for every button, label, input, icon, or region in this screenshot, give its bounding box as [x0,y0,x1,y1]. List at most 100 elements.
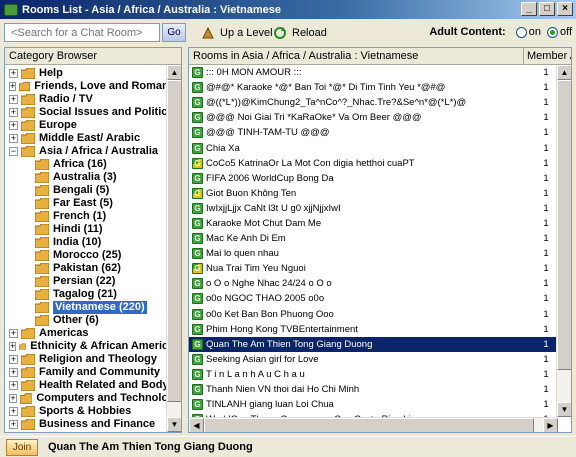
category-item[interactable]: + Sports & Hobbies [5,405,181,418]
expand-icon[interactable]: + [9,121,18,130]
expand-icon[interactable]: + [9,82,17,91]
room-row[interactable]: G Seeking Asian girl for Love 1 [189,352,571,367]
room-row[interactable]: G Quan The Am Thien Tong Giang Duong 1 [189,336,571,352]
scroll-up-arrow-icon[interactable]: ▲ [167,65,181,80]
rooms-scroll-up-arrow-icon[interactable]: ▲ [557,65,571,80]
rooms-scroll-down-arrow-icon[interactable]: ▼ [557,402,571,417]
category-item[interactable]: Hindi (11) [5,223,181,236]
category-item[interactable]: French (1) [5,210,181,223]
maximize-button[interactable]: □ [539,2,555,16]
room-row[interactable]: G Mai lo quen nhau 1 [189,246,571,261]
category-item[interactable]: − Asia / Africa / Australia [5,145,181,158]
category-item[interactable]: + Middle East/ Arabic [5,132,181,145]
category-item[interactable]: + Family and Community [5,366,181,379]
room-row[interactable]: G TINLANH giang luan Loi Chua 1 [189,397,571,412]
room-row[interactable]: G @@@ Noi Giai Tri *KaRaOke* Va Om Beer @… [189,110,571,125]
scroll-left-arrow-icon[interactable]: ◀ [189,418,204,432]
room-row[interactable]: G IwIxjjLjjx CaNt l3t U g0 xjjNjjxIwI 1 [189,201,571,216]
category-item[interactable]: + Ethnicity & African American [5,340,181,353]
collapse-icon[interactable]: − [9,147,18,156]
expand-icon[interactable]: + [9,95,18,104]
room-row[interactable]: G Karaoke Mot Chut Dam Me 1 [189,216,571,231]
room-row[interactable]: G Chia Xa 1 [189,140,571,155]
room-row[interactable]: G::: 0H MON AMOUR ::: 1 [189,65,571,80]
category-scrollbar[interactable]: ▲ ▼ [166,65,181,432]
member-column-header[interactable]: Member ▲ [524,48,571,64]
expand-icon[interactable]: + [9,108,18,117]
category-item[interactable]: Vietnamese (220) [5,301,181,314]
folder-icon [35,250,49,261]
category-item[interactable]: +Learning and Universities [5,431,181,432]
expand-icon[interactable]: + [9,69,18,78]
category-item[interactable]: + Help [5,67,181,80]
category-item[interactable]: + Americas [5,327,181,340]
category-item[interactable]: + Health Related and Body [5,379,181,392]
folder-icon [35,289,49,300]
expand-icon[interactable]: + [9,394,18,403]
room-row[interactable]: G Thanh Nien VN thoi dai Ho Chi Minh 1 [189,382,571,397]
category-item[interactable]: Australia (3) [5,171,181,184]
expand-icon[interactable]: + [9,420,18,429]
category-item[interactable]: Far East (5) [5,197,181,210]
close-button[interactable]: × [557,2,573,16]
room-row[interactable]: G Giot Buon Không Ten 1 [189,186,571,201]
adult-off-radio[interactable] [546,26,558,38]
category-item[interactable]: Morocco (25) [5,249,181,262]
room-icon: G [192,127,203,139]
category-item[interactable]: + Social Issues and Politics [5,106,181,119]
category-item[interactable]: + Friends, Love and Romance [5,80,181,93]
expand-icon[interactable]: + [9,134,18,143]
category-item[interactable]: Persian (22) [5,275,181,288]
room-row[interactable]: G Phim Hong Kong TVBEntertainment 1 [189,322,571,337]
reload-button[interactable]: Reload [272,24,327,41]
category-label: Hindi (11) [53,223,103,235]
room-row[interactable]: Go0o NGOC THAO 2005 o0o 1 [189,291,571,306]
expand-icon[interactable]: + [9,368,18,377]
category-item[interactable]: India (10) [5,236,181,249]
category-item[interactable]: + Radio / TV [5,93,181,106]
minimize-button[interactable]: _ [521,2,537,16]
category-scroll-thumb[interactable] [167,80,181,402]
rooms-hscroll-thumb[interactable] [204,418,534,432]
room-row[interactable]: G @((*L*))@KimChung2_Ta^nCo^?_Nhac.Tre?&S… [189,95,571,110]
category-item[interactable]: + Europe [5,119,181,132]
room-name-column-header[interactable]: Rooms in Asia / Africa / Australia : Vie… [189,48,524,64]
room-row[interactable]: G @#@* Karaoke *@* Ban Toi *@* Di Tim Tin… [189,80,571,95]
expand-icon[interactable]: + [9,329,18,338]
room-icon: G [192,97,203,109]
expand-icon[interactable]: + [9,381,18,390]
rooms-vertical-scrollbar[interactable]: ▲ ▼ [556,65,571,417]
go-button[interactable]: Go [162,23,186,42]
room-row[interactable]: Go0o Ket Ban Bon Phuong Ooo 1 [189,307,571,322]
up-a-level-button[interactable]: Up a Level [200,24,273,41]
room-row[interactable]: G FIFA 2006 WorldCup Bong Da 1 [189,171,571,186]
room-row[interactable]: G @@@ TINH-TAM-TU @@@ 1 [189,125,571,140]
category-item[interactable]: Tagalog (21) [5,288,181,301]
category-item[interactable]: Bengali (5) [5,184,181,197]
category-item[interactable]: Pakistan (62) [5,262,181,275]
rooms-horizontal-scrollbar[interactable]: ◀ ▶ [189,417,558,432]
room-icon: G [192,112,203,124]
join-button[interactable]: Join [6,438,38,456]
folder-icon [35,172,49,183]
category-item[interactable]: Africa (16) [5,158,181,171]
search-input[interactable] [4,23,160,42]
expand-icon[interactable]: + [9,355,18,364]
room-row[interactable]: G CoCo5 KatrinaOr La Mot Con digia hettho… [189,156,571,171]
room-featured-icon: G [192,263,203,275]
room-row[interactable]: G Nua Trai Tim Yeu Nguoi 1 [189,261,571,276]
scroll-right-arrow-icon[interactable]: ▶ [543,418,558,432]
scroll-down-arrow-icon[interactable]: ▼ [167,417,181,432]
category-item[interactable]: Other (6) [5,314,181,327]
room-row[interactable]: Go O o Nghe Nhac 24/24 o O o1 [189,276,571,291]
category-item[interactable]: + Religion and Theology [5,353,181,366]
category-item[interactable]: + Business and Finance [5,418,181,431]
room-row[interactable]: G Mac Ke Anh Di Em 1 [189,231,571,246]
expand-icon[interactable]: + [9,342,17,351]
expand-icon[interactable]: + [9,407,18,416]
category-item[interactable]: + Computers and Technology [5,392,181,405]
room-row[interactable]: GT i n L a n h A u C h a u1 [189,367,571,382]
rooms-scroll-thumb[interactable] [557,80,571,370]
room-name: Seeking Asian girl for Love [206,353,319,365]
adult-on-radio[interactable] [515,26,527,38]
